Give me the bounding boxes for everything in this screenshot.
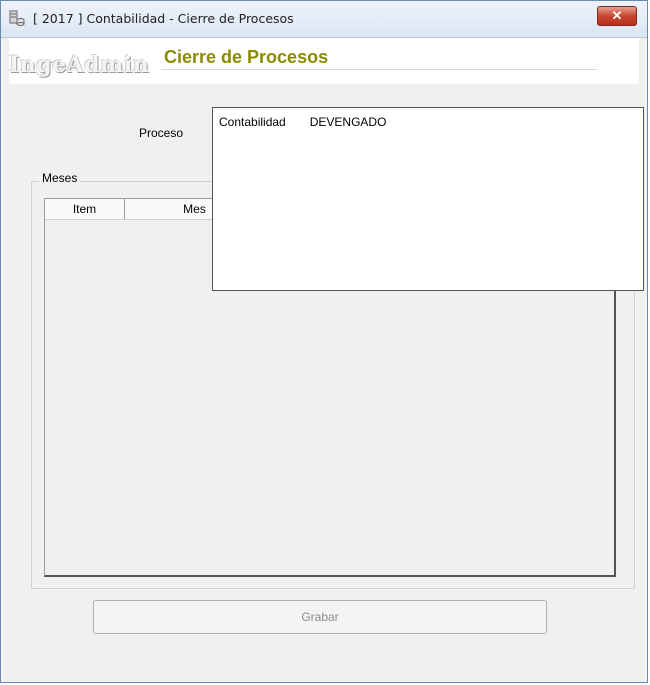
logo: IngeAdmin (9, 52, 150, 78)
close-icon: ✕ (611, 8, 623, 23)
column-header-item[interactable]: Item (45, 199, 125, 219)
window-title: [ 2017 ] Contabilidad - Cierre de Proces… (33, 11, 294, 26)
meses-group-label: Meses (39, 171, 81, 185)
main-window: [ 2017 ] Contabilidad - Cierre de Proces… (0, 0, 648, 683)
database-icon (9, 10, 25, 26)
close-button[interactable]: ✕ (597, 6, 637, 26)
proceso-label: Proceso (139, 126, 184, 140)
grabar-button[interactable]: Grabar (93, 600, 547, 634)
title-bar[interactable]: [ 2017 ] Contabilidad - Cierre de Proces… (1, 1, 647, 38)
option-modulo: Contabilidad (219, 115, 286, 129)
form-title: Cierre de Procesos (161, 46, 597, 70)
header-band: IngeAdmin Cierre de Procesos (9, 38, 639, 84)
proceso-dropdown-list[interactable]: Contabilidad DEVENGADO (212, 107, 644, 291)
dropdown-option[interactable]: Contabilidad DEVENGADO (219, 115, 386, 129)
option-proceso: DEVENGADO (309, 115, 387, 129)
